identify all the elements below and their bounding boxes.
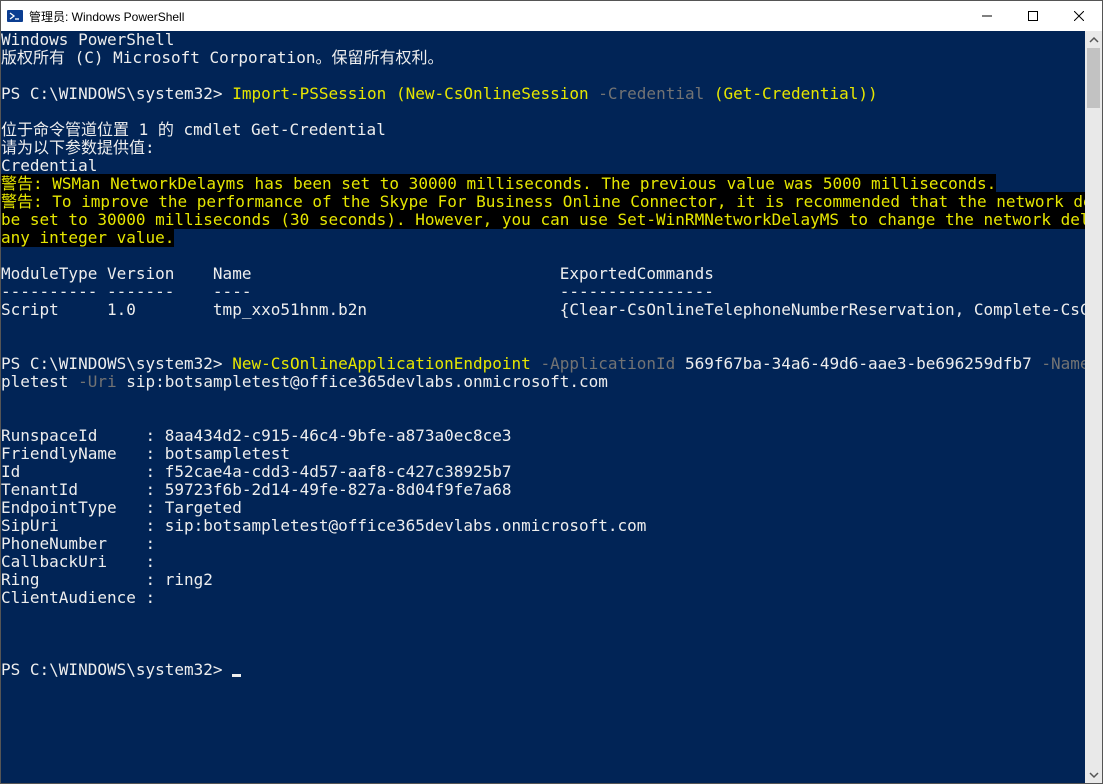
table-row: Script 1.0 tmp_xxo51hnm.b2n {Clear-CsOnl… [1,300,1085,319]
output-line: Id : f52cae4a-cdd3-4d57-aaf8-c427c38925b… [1,462,512,481]
output-line: Ring : ring2 [1,570,213,589]
output-line: PhoneNumber : [1,534,155,553]
vertical-scrollbar[interactable] [1085,31,1102,783]
output-line: EndpointType : Targeted [1,498,242,517]
credential-prompt: 位于命令管道位置 1 的 cmdlet Get-Credential [1,120,386,139]
cmdlet: New-CsOnlineSession [406,84,589,103]
scrollbar-track[interactable] [1085,48,1102,766]
close-button[interactable] [1056,1,1102,31]
terminal-area: Windows PowerShell 版权所有 (C) Microsoft Co… [1,31,1102,783]
argument: pletest [1,372,68,391]
prompt: PS C:\WINDOWS\system32> [1,84,232,103]
window-controls [964,1,1102,31]
prompt: PS C:\WINDOWS\system32> [1,660,232,679]
space [531,354,541,373]
cmdlet: Import-PSSession [232,84,386,103]
banner-line: Windows PowerShell [1,31,174,49]
space [675,354,685,373]
scroll-up-button[interactable] [1085,31,1102,48]
cmdlet: New-CsOnlineApplicationEndpoint [232,354,531,373]
warning-line: be set to 30000 milliseconds (30 seconds… [1,210,1085,229]
cursor [232,674,241,677]
output-line: FriendlyName : botsampletest [1,444,290,463]
title-bar-left: 管理员: Windows PowerShell [1,8,184,25]
output-line: RunspaceId : 8aa434d2-c915-46c4-9bfe-a87… [1,426,512,445]
scrollbar-thumb[interactable] [1087,48,1100,108]
output-line: ClientAudience : [1,588,155,607]
terminal-output[interactable]: Windows PowerShell 版权所有 (C) Microsoft Co… [1,31,1085,783]
space [589,84,599,103]
argument: 569f67ba-34a6-49d6-aae3-be696259dfb7 [685,354,1032,373]
table-separator: ---------- ------- ---- ---------------- [1,282,714,301]
warning-line: 警告: To improve the performance of the Sk… [1,192,1085,211]
argument: sip:botsampletest@office365devlabs.onmic… [126,372,608,391]
parameter: -ApplicationId [540,354,675,373]
parameter: -Uri [78,372,117,391]
output-line: TenantId : 59723f6b-2d14-49fe-827a-8d04f… [1,480,512,499]
paren: ( [714,84,724,103]
credential-prompt: 请为以下参数提供值: [1,138,155,157]
parameter: -Credential [598,84,704,103]
space [704,84,714,103]
powershell-icon [7,8,23,24]
space [68,372,78,391]
maximize-button[interactable] [1010,1,1056,31]
minimize-button[interactable] [964,1,1010,31]
parameter: -Name [1041,354,1085,373]
paren: ( [396,84,406,103]
scroll-down-button[interactable] [1085,766,1102,783]
credential-prompt: Credential [1,156,97,175]
cmdlet: Get-Credential [724,84,859,103]
space [1032,354,1042,373]
copyright-line: 版权所有 (C) Microsoft Corporation。保留所有权利。 [1,48,443,67]
output-line: SipUri : sip:botsampletest@office365devl… [1,516,646,535]
output-line: CallbackUri : [1,552,155,571]
window-title: 管理员: Windows PowerShell [29,8,184,25]
space [386,84,396,103]
table-header: ModuleType Version Name ExportedCommands [1,264,714,283]
warning-line: 警告: WSMan NetworkDelayms has been set to… [1,174,996,193]
space [117,372,127,391]
paren: )) [858,84,877,103]
powershell-window: 管理员: Windows PowerShell Windows PowerShe… [0,0,1103,784]
title-bar[interactable]: 管理员: Windows PowerShell [1,1,1102,31]
warning-line: any integer value. [1,228,174,247]
prompt: PS C:\WINDOWS\system32> [1,354,232,373]
